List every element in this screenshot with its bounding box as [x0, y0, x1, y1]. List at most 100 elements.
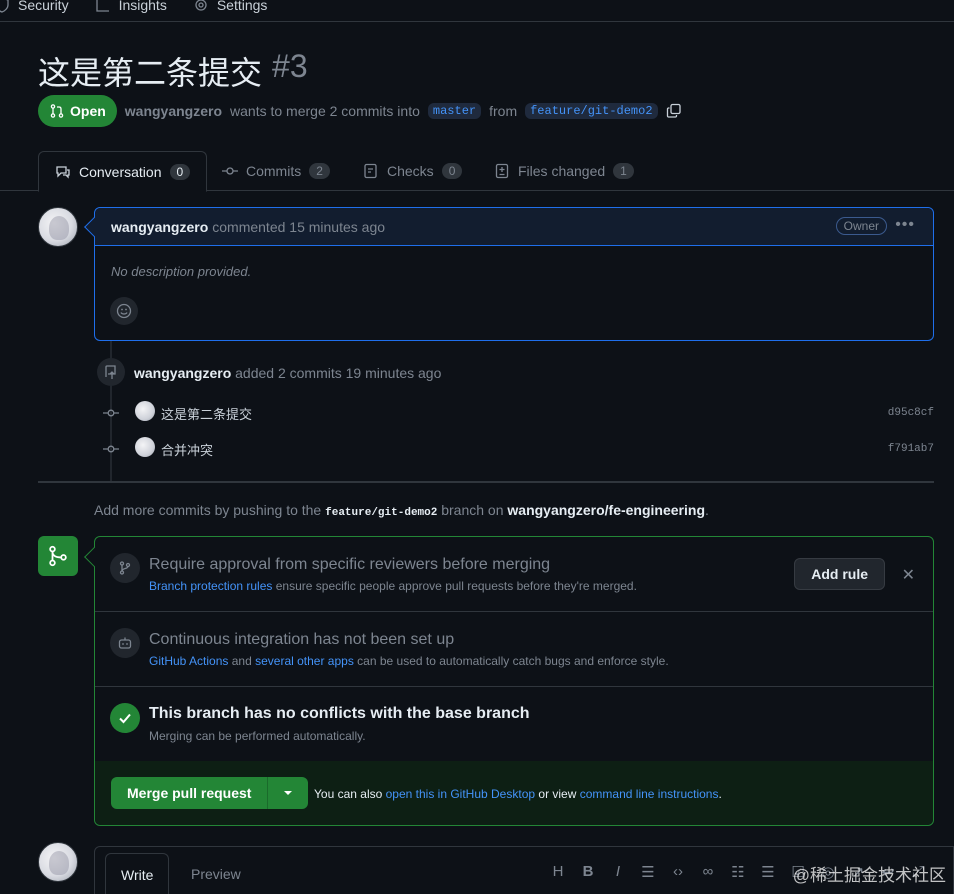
- other-apps-link[interactable]: several other apps: [255, 654, 354, 668]
- nav-insights[interactable]: Insights: [95, 0, 167, 13]
- graph-icon: [95, 0, 109, 12]
- tab-conversation[interactable]: Conversation 0: [38, 151, 208, 192]
- avatar[interactable]: [38, 207, 78, 247]
- commit-icon: [222, 167, 238, 175]
- commit-message[interactable]: 合并冲突: [161, 440, 213, 459]
- pr-title: 这是第二条提交: [38, 55, 263, 91]
- push-event-badge: [97, 358, 125, 386]
- nav-settings-label: Settings: [216, 0, 268, 13]
- push-hint-branch: feature/git-demo2: [325, 507, 438, 519]
- comment-author[interactable]: wangyangzero: [111, 219, 208, 235]
- list-item: 这是第二条提交 d95c8cf: [103, 401, 934, 423]
- nav-insights-label: Insights: [118, 0, 167, 13]
- ci-subtitle-text: can be used to automatically catch bugs …: [357, 654, 669, 668]
- avatar[interactable]: [135, 401, 155, 421]
- tab-conversation-label: Conversation: [79, 163, 162, 180]
- merge-footer-text: You can also open this in GitHub Desktop…: [314, 787, 722, 801]
- triangle-down-icon: [284, 791, 293, 795]
- conflict-section: This branch has no conflicts with the ba…: [95, 687, 933, 761]
- tab-conversation-count: 0: [169, 163, 191, 180]
- avatar[interactable]: [38, 842, 78, 882]
- from-word: from: [489, 103, 518, 119]
- push-hint-middle: branch on: [441, 502, 504, 518]
- comment-header: wangyangzero commented 15 minutes ago Ow…: [95, 208, 933, 246]
- comment-meta[interactable]: commented 15 minutes ago: [212, 219, 385, 235]
- branch-icon: [110, 553, 140, 583]
- github-desktop-link[interactable]: open this in GitHub Desktop: [386, 787, 535, 801]
- smiley-icon: [116, 303, 132, 319]
- page-title: 这是第二条提交 #3: [38, 48, 308, 94]
- kebab-menu-icon[interactable]: •••: [895, 216, 915, 234]
- gear-icon: [195, 0, 207, 11]
- pr-author-link[interactable]: wangyangzero: [125, 103, 222, 119]
- merge-pull-request-button[interactable]: Merge pull request: [111, 777, 269, 809]
- tab-commits[interactable]: Commits 2: [222, 151, 330, 191]
- commit-icon: [103, 405, 119, 421]
- ordered-list-icon[interactable]: ☰: [760, 863, 776, 881]
- repo-link[interactable]: wangyangzero/fe-engineering: [507, 502, 705, 518]
- pr-number: #3: [272, 48, 308, 84]
- merge-status-badge: [38, 536, 78, 576]
- tab-files-changed[interactable]: Files changed 1: [494, 151, 634, 191]
- code-icon[interactable]: ‹›: [670, 863, 686, 881]
- bold-icon[interactable]: B: [580, 863, 596, 881]
- approval-subtitle: Branch protection rules ensure specific …: [149, 579, 637, 593]
- tab-preview[interactable]: Preview: [191, 853, 241, 894]
- github-actions-link[interactable]: GitHub Actions: [149, 654, 228, 668]
- ci-section: Continuous integration has not been set …: [95, 612, 933, 687]
- list-item: 合并冲突 f791ab7: [103, 437, 934, 459]
- commit-sha[interactable]: d95c8cf: [888, 407, 934, 419]
- nav-settings[interactable]: Settings: [193, 0, 268, 13]
- base-branch[interactable]: master: [427, 103, 482, 119]
- commit-icon: [103, 441, 119, 457]
- owner-badge: Owner: [835, 217, 887, 235]
- conflict-title: This branch has no conflicts with the ba…: [149, 705, 530, 722]
- repo-push-icon: [105, 365, 116, 379]
- watermark: @稀土掘金技术社区: [792, 866, 946, 885]
- tab-files-changed-label: Files changed: [518, 163, 606, 179]
- file-diff-icon: [495, 163, 509, 179]
- check-icon: [110, 703, 140, 733]
- pr-description-comment: wangyangzero commented 15 minutes ago Ow…: [84, 207, 934, 341]
- head-branch[interactable]: feature/git-demo2: [525, 103, 658, 119]
- push-event-author[interactable]: wangyangzero: [134, 365, 231, 381]
- add-rule-button[interactable]: Add rule: [794, 558, 885, 590]
- commit-message[interactable]: 这是第二条提交: [161, 404, 252, 423]
- tab-checks[interactable]: Checks 0: [363, 151, 463, 191]
- merge-footer: Merge pull request You can also open thi…: [95, 761, 933, 825]
- unordered-list-icon[interactable]: ☷: [730, 863, 746, 881]
- branch-protection-link[interactable]: Branch protection rules: [149, 579, 272, 593]
- avatar[interactable]: [135, 437, 155, 457]
- timeline-divider: [38, 481, 934, 483]
- footer-suffix: .: [718, 787, 722, 801]
- pr-status-line: Open wangyangzero wants to merge 2 commi…: [38, 95, 682, 127]
- tab-checks-label: Checks: [387, 163, 434, 179]
- comment-body: No description provided.: [111, 264, 252, 279]
- quote-icon[interactable]: ☰: [640, 863, 656, 881]
- merge-box: Require approval from specific reviewers…: [84, 536, 934, 826]
- heading-icon[interactable]: H: [550, 863, 566, 881]
- push-hint: Add more commits by pushing to the featu…: [94, 502, 709, 519]
- push-hint-suffix: .: [705, 502, 709, 518]
- italic-icon[interactable]: I: [610, 863, 626, 881]
- close-icon[interactable]: ✕: [902, 565, 915, 585]
- status-badge: Open: [38, 95, 117, 127]
- approval-title: Require approval from specific reviewers…: [149, 556, 551, 573]
- ci-and: and: [231, 654, 252, 668]
- tab-write[interactable]: Write: [105, 853, 170, 894]
- commit-sha[interactable]: f791ab7: [888, 443, 934, 455]
- push-hint-prefix: Add more commits by pushing to the: [94, 502, 322, 518]
- add-reaction-button[interactable]: [110, 297, 138, 325]
- shield-icon: [0, 0, 9, 13]
- merge-method-dropdown[interactable]: [268, 777, 309, 809]
- repo-nav: Security Insights Settings: [0, 0, 954, 22]
- nav-security[interactable]: Security: [0, 0, 69, 13]
- tab-commits-label: Commits: [246, 163, 302, 179]
- command-line-link[interactable]: command line instructions: [580, 787, 719, 801]
- conflict-subtitle: Merging can be performed automatically.: [149, 729, 366, 743]
- pull-request-icon: [50, 104, 64, 118]
- comment-icon: [56, 165, 70, 179]
- copy-icon[interactable]: [666, 103, 682, 119]
- tab-commits-count: 2: [309, 163, 330, 179]
- link-icon[interactable]: ∞: [700, 863, 716, 881]
